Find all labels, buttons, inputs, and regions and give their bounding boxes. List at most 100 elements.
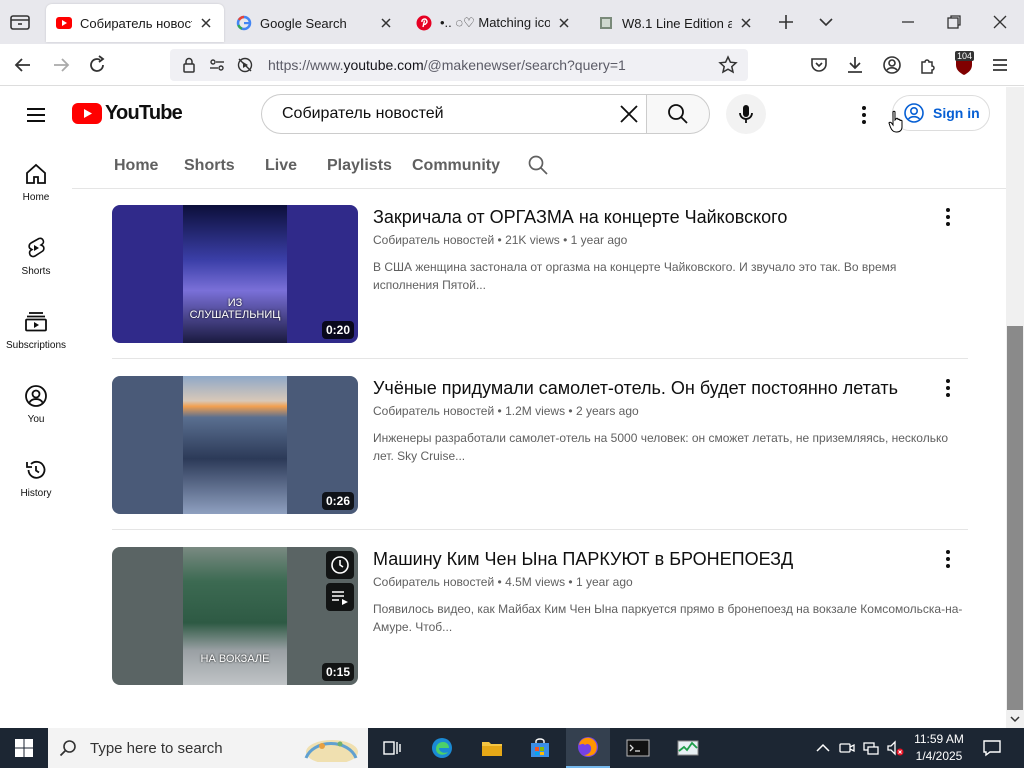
video-result[interactable]: ИЗ СЛУШАТЕЛЬНИЦ 0:20 Закричала от ОРГАЗМ… xyxy=(112,205,972,343)
guide-item-subscriptions[interactable]: Subscriptions xyxy=(0,298,72,372)
video-title[interactable]: Закричала от ОРГАЗМА на концерте Чайковс… xyxy=(373,207,787,228)
video-thumbnail[interactable]: 0:26 xyxy=(112,376,358,514)
add-to-queue-button[interactable] xyxy=(326,583,354,611)
back-arrow-icon[interactable] xyxy=(12,54,34,76)
windows-taskbar: Type here to search 11:59 AM 1/4/2025 xyxy=(0,728,1024,768)
channel-tab-community[interactable]: Community xyxy=(412,157,500,175)
thumbnail-caption: НА ВОКЗАЛЕ xyxy=(200,653,270,665)
close-tab-icon[interactable] xyxy=(556,15,572,31)
channel-tab-playlists[interactable]: Playlists xyxy=(327,157,392,175)
permissions-icon[interactable] xyxy=(208,56,226,74)
shorts-icon xyxy=(28,237,45,258)
browser-tab-pinterest[interactable]: •.. ◌♡ Matching icons xyxy=(406,4,582,42)
reload-icon[interactable] xyxy=(86,54,108,76)
channel-tab-live[interactable]: Live xyxy=(265,157,297,175)
taskbar-edge[interactable] xyxy=(420,728,464,768)
guide-item-shorts[interactable]: Shorts xyxy=(0,224,72,298)
video-result[interactable]: НА ВОКЗАЛЕ 0:15 Машину Ким Чен Ына ПАРКУ… xyxy=(112,547,972,685)
close-tab-icon[interactable] xyxy=(378,15,394,31)
tab-title: •.. ◌♡ Matching icons xyxy=(440,15,550,30)
settings-more-icon[interactable] xyxy=(852,103,876,127)
windows-start-icon[interactable] xyxy=(14,738,34,758)
guide-menu-icon[interactable] xyxy=(24,103,48,127)
url-text: https://www.youtube.com/@makenewser/sear… xyxy=(268,57,626,73)
scroll-down-arrow-icon[interactable] xyxy=(1009,713,1021,725)
browser-tab-google[interactable]: Google Search xyxy=(226,4,404,42)
task-view-icon xyxy=(383,741,401,755)
guide-item-you[interactable]: You xyxy=(0,372,72,446)
search-query: Собиратель новостей xyxy=(282,105,444,122)
channel-tab-home[interactable]: Home xyxy=(114,157,158,175)
close-window-icon[interactable] xyxy=(990,12,1010,32)
video-thumbnail[interactable]: ИЗ СЛУШАТЕЛЬНИЦ 0:20 xyxy=(112,205,358,343)
taskbar-search-box[interactable]: Type here to search xyxy=(48,728,368,768)
close-tab-icon[interactable] xyxy=(198,15,214,31)
guide-item-home[interactable]: Home xyxy=(0,150,72,224)
search-input[interactable]: Собиратель новостей xyxy=(261,94,647,134)
new-tab-plus-icon[interactable] xyxy=(776,12,796,32)
browser-tab-youtube[interactable]: Собиратель новостей xyxy=(46,4,224,42)
video-action-menu-icon[interactable] xyxy=(936,547,960,571)
youtube-logo[interactable]: YouTube xyxy=(72,102,183,125)
tab-overview-icon[interactable] xyxy=(8,11,32,33)
task-view-button[interactable] xyxy=(370,728,414,768)
lock-icon[interactable] xyxy=(180,56,198,74)
network-icon[interactable] xyxy=(862,739,880,757)
taskbar-store[interactable] xyxy=(518,728,562,768)
notification-center-icon[interactable] xyxy=(982,738,1002,758)
taskbar-file-explorer[interactable] xyxy=(470,728,514,768)
video-action-menu-icon[interactable] xyxy=(936,376,960,400)
video-title[interactable]: Учёные придумали самолет-отель. Он будет… xyxy=(373,378,898,399)
app-menu-hamburger-icon[interactable] xyxy=(989,54,1011,76)
list-all-tabs-chevron-icon[interactable] xyxy=(816,12,836,32)
account-icon[interactable] xyxy=(881,54,903,76)
voice-search-button[interactable] xyxy=(726,94,766,134)
autoplay-blocked-icon[interactable] xyxy=(236,56,254,74)
clock-date: 1/4/2025 xyxy=(915,749,963,763)
taskbar-terminal[interactable] xyxy=(616,728,660,768)
pocket-icon[interactable] xyxy=(808,54,830,76)
video-thumbnail[interactable]: НА ВОКЗАЛЕ 0:15 xyxy=(112,547,358,685)
channel-name[interactable]: Собиратель новостей xyxy=(373,233,494,247)
channel-search-icon[interactable] xyxy=(527,154,549,176)
address-bar[interactable]: https://www.youtube.com/@makenewser/sear… xyxy=(170,49,748,81)
channel-name[interactable]: Собиратель новостей xyxy=(373,404,494,418)
taskbar-firefox[interactable] xyxy=(566,728,610,768)
sign-in-button[interactable]: Sign in xyxy=(892,95,990,131)
meet-now-icon[interactable] xyxy=(838,739,856,757)
taskbar-search-placeholder: Type here to search xyxy=(90,739,223,757)
video-title[interactable]: Машину Ким Чен Ына ПАРКУЮТ в БРОНЕПОЕЗД xyxy=(373,549,793,570)
extensions-puzzle-icon[interactable] xyxy=(917,54,939,76)
minimize-window-icon[interactable] xyxy=(898,12,918,32)
show-hidden-icons-chevron-icon[interactable] xyxy=(814,739,832,757)
downloads-icon[interactable] xyxy=(844,54,866,76)
taskbar-task-manager[interactable] xyxy=(666,728,710,768)
queue-icon xyxy=(332,591,348,605)
firefox-icon xyxy=(578,737,598,757)
edge-browser-icon xyxy=(432,738,452,758)
history-icon xyxy=(26,460,46,479)
restore-window-icon[interactable] xyxy=(944,12,964,32)
page-scrollbar-thumb[interactable] xyxy=(1007,326,1023,710)
forward-arrow-icon[interactable] xyxy=(50,54,72,76)
sign-in-label: Sign in xyxy=(933,105,980,121)
system-clock[interactable]: 11:59 AM 1/4/2025 xyxy=(908,731,970,765)
guide-item-history[interactable]: History xyxy=(0,446,72,520)
channel-name[interactable]: Собиратель новостей xyxy=(373,575,494,589)
clear-search-icon[interactable] xyxy=(617,102,641,126)
mouse-pointer-hand-icon xyxy=(888,110,903,133)
view-count: 1.2M views xyxy=(505,404,566,418)
tab-title: Google Search xyxy=(260,15,347,31)
thumbnail-caption: ИЗ СЛУШАТЕЛЬНИЦ xyxy=(189,297,281,321)
watch-later-button[interactable] xyxy=(326,551,354,579)
folder-icon xyxy=(482,742,502,756)
channel-tab-shorts[interactable]: Shorts xyxy=(184,157,235,175)
upload-age: 2 years ago xyxy=(575,404,639,418)
video-result[interactable]: 0:26 Учёные придумали самолет-отель. Он … xyxy=(112,376,972,514)
close-tab-icon[interactable] xyxy=(738,15,754,31)
search-button[interactable] xyxy=(646,94,710,134)
browser-tab-w81[interactable]: W8.1 Line Edition aero xyxy=(588,4,764,42)
bookmark-star-icon[interactable] xyxy=(717,54,739,76)
volume-muted-icon[interactable] xyxy=(886,739,904,757)
video-action-menu-icon[interactable] xyxy=(936,205,960,229)
